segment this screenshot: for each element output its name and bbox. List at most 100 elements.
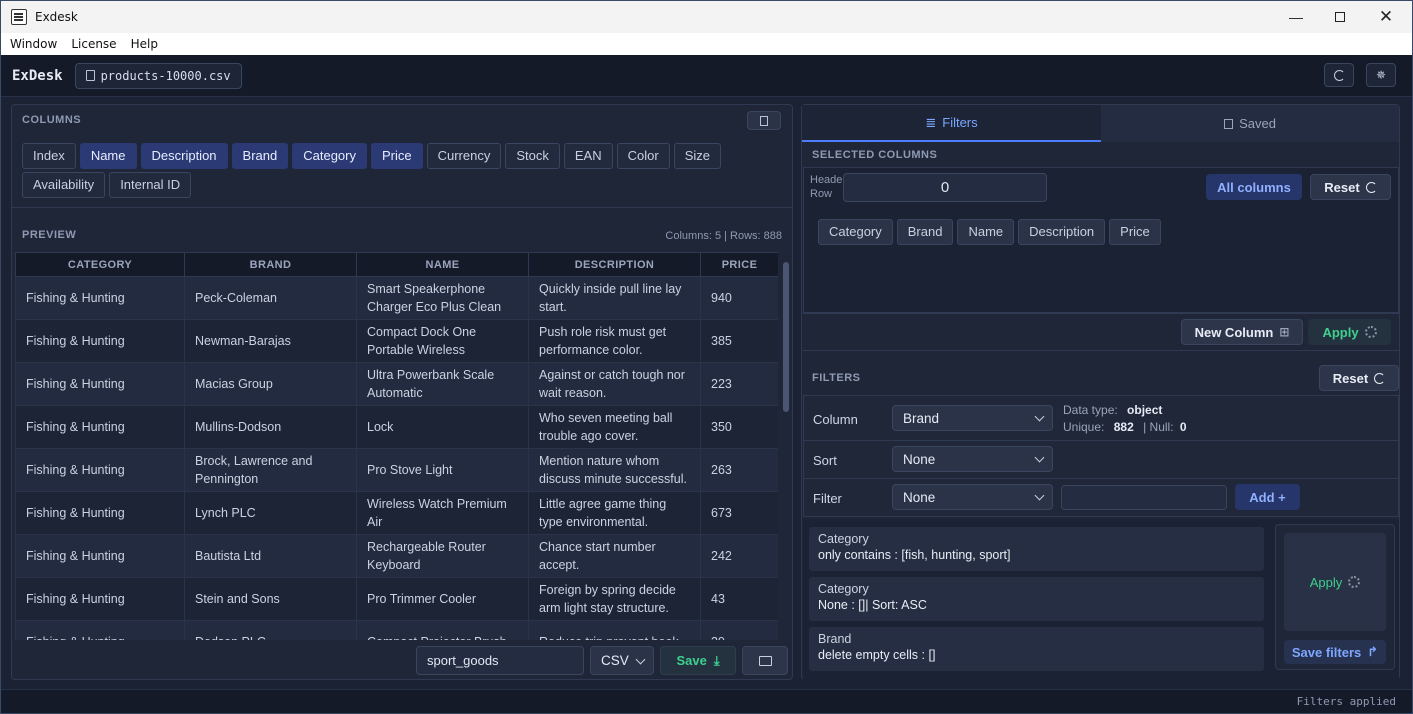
new-column-button[interactable]: New Column ⊞ xyxy=(1181,319,1303,345)
column-label: Column xyxy=(813,412,858,427)
filter-label: Filter xyxy=(813,491,842,506)
table-cell: Stein and Sons xyxy=(184,577,357,621)
export-filename-input[interactable]: sport_goods xyxy=(416,646,584,675)
table-cell: Push role risk must get performance colo… xyxy=(528,319,701,363)
column-chip[interactable]: Price xyxy=(370,143,423,169)
apply-columns-button[interactable]: Apply xyxy=(1308,319,1391,345)
theme-toggle-button[interactable]: ✵ xyxy=(1366,63,1396,87)
column-header[interactable]: DESCRIPTION xyxy=(528,252,701,277)
selected-column-chip[interactable]: Price xyxy=(1109,219,1161,245)
grid-scrollbar[interactable] xyxy=(782,252,790,640)
column-chip[interactable]: Color xyxy=(616,143,670,169)
window-title: Exdesk xyxy=(35,10,78,24)
sun-icon: ✵ xyxy=(1375,68,1387,82)
column-chip[interactable]: Brand xyxy=(231,143,289,169)
column-chip[interactable]: Internal ID xyxy=(109,172,192,198)
column-header[interactable]: BRAND xyxy=(184,252,357,277)
menu-license[interactable]: License xyxy=(62,37,121,51)
table-cell: Rechargeable Router Keyboard xyxy=(356,534,529,578)
column-header[interactable]: PRICE xyxy=(700,252,778,277)
scrollbar-thumb[interactable] xyxy=(783,262,789,412)
table-row[interactable]: Fishing & Hunting Lynch PLC Wireless Watch… xyxy=(15,491,778,535)
column-chip[interactable]: Size xyxy=(673,143,721,169)
menu-window[interactable]: Window xyxy=(1,37,62,51)
export-columns-button[interactable] xyxy=(747,111,781,130)
preview-grid: CATEGORY BRAND NAME DESCRIPTION PRICE Fishin… xyxy=(15,252,778,640)
table-cell: Fishing & Hunting xyxy=(15,620,185,640)
table-cell: Fishing & Hunting xyxy=(15,362,185,406)
file-chip[interactable]: products-10000.csv xyxy=(74,62,242,89)
title-bar: Exdesk — ✕ xyxy=(1,1,1412,33)
divider xyxy=(804,440,1398,441)
app-header: ExDesk products-10000.csv xyxy=(1,55,1412,97)
table-row[interactable]: Fishing & Hunting Newman-Barajas Compact D… xyxy=(15,319,778,363)
add-filter-button[interactable]: Add + xyxy=(1235,484,1300,510)
table-cell: Mullins-Dodson xyxy=(184,405,357,449)
selected-column-chip[interactable]: Name xyxy=(957,219,1015,245)
tab-saved[interactable]: Saved xyxy=(1101,105,1399,142)
unique-label: Unique: xyxy=(1063,420,1105,434)
table-cell: Dodson PLC xyxy=(184,620,357,640)
column-chip[interactable]: Availability xyxy=(22,172,106,198)
table-row[interactable]: Fishing & Hunting Brock, Lawrence and Pen… xyxy=(15,448,778,492)
column-select[interactable]: Brand xyxy=(892,405,1053,431)
apply-filters-label: Apply xyxy=(1309,574,1343,590)
table-row[interactable]: Fishing & Hunting Bautista Ltd Rechargeabl… xyxy=(15,534,778,578)
column-chip[interactable]: Category xyxy=(292,143,367,169)
column-chip[interactable]: EAN xyxy=(563,143,613,169)
minimize-button[interactable]: — xyxy=(1273,1,1319,33)
new-column-label: New Column xyxy=(1194,324,1274,340)
filter-card[interactable]: Brand delete empty cells : [] xyxy=(809,627,1264,671)
selected-column-chip[interactable]: Description xyxy=(1018,219,1106,245)
selected-columns-header: SELECTED COLUMNS xyxy=(812,149,938,161)
filters-reset-label: Reset xyxy=(1332,370,1369,386)
column-chip[interactable]: Currency xyxy=(426,143,502,169)
columns-header: COLUMNS xyxy=(22,114,82,126)
column-chip[interactable]: Description xyxy=(140,143,228,169)
all-columns-button[interactable]: All columns xyxy=(1206,174,1302,200)
filter-value-input[interactable] xyxy=(1061,485,1227,510)
column-chips: Index Name Description Brand Category Price Cu… xyxy=(22,143,782,201)
history-button[interactable] xyxy=(1324,63,1354,87)
selected-column-chip[interactable]: Brand xyxy=(896,219,954,245)
sort-select[interactable]: None xyxy=(892,446,1053,472)
filters-reset-button[interactable]: Reset xyxy=(1319,365,1399,391)
header-row-input[interactable]: 0 xyxy=(843,173,1047,202)
filter-select[interactable]: None xyxy=(892,484,1053,510)
filter-card[interactable]: Category None : []| Sort: ASC xyxy=(809,577,1264,621)
selected-column-chips: Category Brand Name Description Price xyxy=(818,219,1378,248)
column-chip[interactable]: Name xyxy=(79,143,137,169)
column-chip[interactable]: Stock xyxy=(505,143,560,169)
filter-select-value: None xyxy=(903,489,936,505)
table-row[interactable]: Fishing & HuntingDodson PLCCompact Proje… xyxy=(15,620,778,640)
menu-help[interactable]: Help xyxy=(122,37,163,51)
table-cell: Fishing & Hunting xyxy=(15,577,185,621)
open-folder-button[interactable] xyxy=(742,646,788,675)
table-row[interactable]: Fishing & Hunting Macias Group Ultra Power… xyxy=(15,362,778,406)
filter-card-text: None : []| Sort: ASC xyxy=(818,598,927,612)
table-cell: Bautista Ltd xyxy=(184,534,357,578)
maximize-button[interactable] xyxy=(1317,1,1363,33)
table-cell: Fishing & Hunting xyxy=(15,319,185,363)
tab-saved-label: Saved xyxy=(1239,116,1276,131)
tab-filters-label: Filters xyxy=(942,115,978,130)
app-window: Exdesk — ✕ Window License Help ExDesk pr… xyxy=(0,0,1413,714)
close-button[interactable]: ✕ xyxy=(1363,1,1409,33)
column-chip[interactable]: Index xyxy=(22,143,76,169)
apply-filters-button[interactable]: Apply xyxy=(1284,533,1386,631)
table-row[interactable]: Fishing & Hunting Stein and Sons Pro Trimm… xyxy=(15,577,778,621)
table-cell: 940 xyxy=(700,276,778,320)
column-header[interactable]: CATEGORY xyxy=(15,252,185,277)
selected-reset-button[interactable]: Reset xyxy=(1310,174,1391,200)
save-button[interactable]: Save ⤓ xyxy=(660,646,736,675)
table-cell: Smart Speakerphone Charger Eco Plus Clea… xyxy=(356,276,529,320)
save-filters-button[interactable]: Save filters ↱ xyxy=(1284,640,1386,664)
selected-column-chip[interactable]: Category xyxy=(818,219,893,245)
export-format-select[interactable]: CSV xyxy=(590,646,654,675)
filter-card[interactable]: Category only contains : [fish, hunting, … xyxy=(809,527,1264,571)
table-row[interactable]: Fishing & Hunting Peck-Coleman Smart Speak… xyxy=(15,276,778,320)
table-row[interactable]: Fishing & Hunting Mullins-Dodson Lock Who s… xyxy=(15,405,778,449)
table-cell: 350 xyxy=(700,405,778,449)
tab-filters[interactable]: ≣ Filters xyxy=(802,105,1101,142)
column-header[interactable]: NAME xyxy=(356,252,529,277)
